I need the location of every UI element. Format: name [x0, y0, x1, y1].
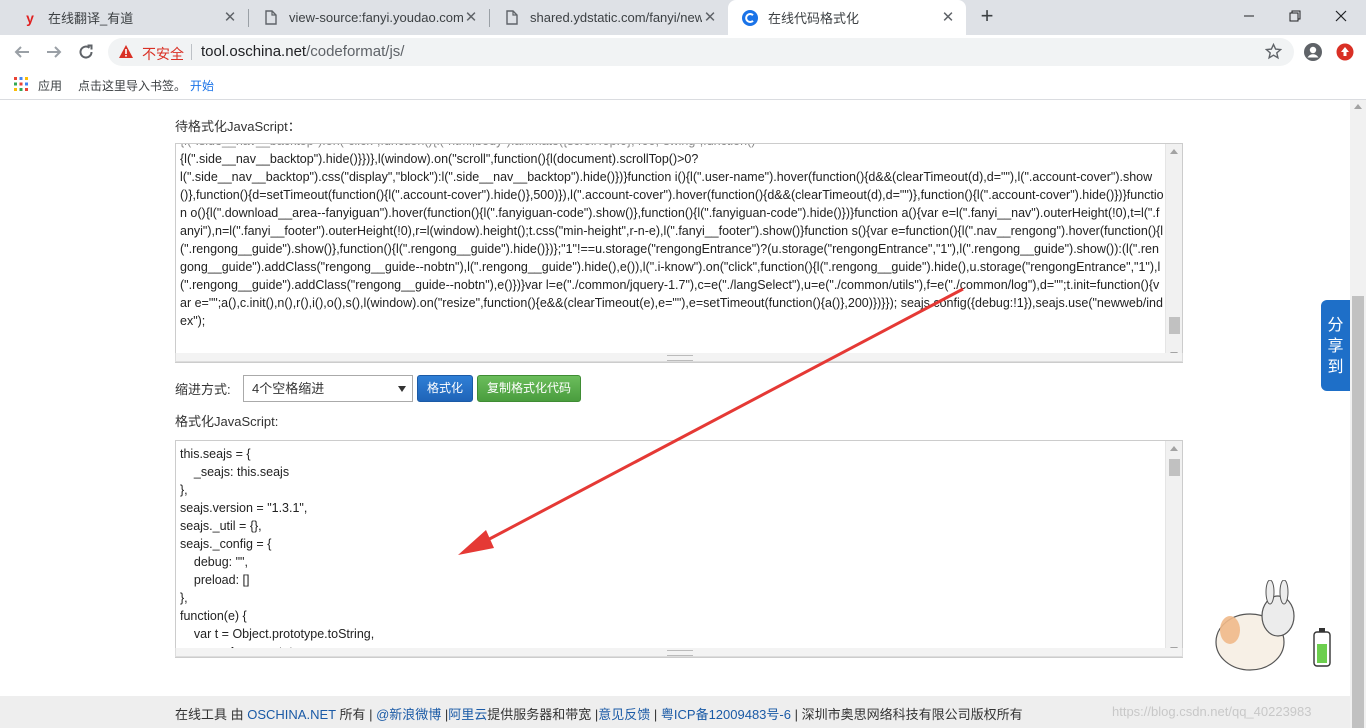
apps-grid-icon: [14, 77, 28, 94]
footer-provides: 提供服务器和带宽 |: [487, 707, 599, 722]
apps-shortcut[interactable]: 应用: [14, 77, 62, 94]
scroll-thumb[interactable]: [1169, 459, 1180, 476]
tab-close-icon[interactable]: ✕: [222, 9, 238, 26]
bookmark-star-icon[interactable]: [1264, 42, 1283, 63]
input-resize-handle[interactable]: [175, 353, 1183, 362]
input-code-line: {l(".side__nav__backtop").hide()}})},l(w…: [180, 152, 699, 166]
bookmarks-bar: 应用 点击这里导入书签。 开始: [0, 69, 1366, 100]
input-scrollbar[interactable]: [1165, 144, 1182, 362]
tab-close-icon[interactable]: ✕: [463, 9, 479, 26]
share-button[interactable]: 分享到: [1321, 300, 1350, 391]
tab-title: 在线代码格式化: [768, 11, 860, 26]
warning-triangle-icon[interactable]: [118, 44, 134, 62]
url-host: tool.oschina.net: [201, 43, 307, 60]
tab-close-icon[interactable]: ✕: [702, 9, 718, 26]
url-text[interactable]: tool.oschina.net/codeformat/js/: [201, 43, 404, 60]
document-icon: [263, 10, 279, 26]
copy-formatted-button[interactable]: 复制格式化代码: [477, 374, 582, 402]
tab-title: shared.ydstatic.com/fanyi/new: [530, 10, 702, 25]
output-code-textarea[interactable]: this.seajs = { _seajs: this.seajs }, sea…: [175, 440, 1183, 658]
omnibox-divider: [191, 44, 192, 60]
footer: 在线工具 由 OSCHINA.NET 所有 | @新浪微博 | 阿里云提供服务器和…: [0, 696, 1350, 728]
input-code-textarea[interactable]: {l(".side__nav__backtop").on("click",fun…: [175, 143, 1183, 363]
aliyun-link[interactable]: 阿里云: [448, 707, 487, 722]
scroll-thumb[interactable]: [1169, 317, 1180, 334]
tab-strip: y 在线翻译_有道 ✕ view-source:fanyi.youdao.com…: [0, 0, 1366, 35]
document-icon: [504, 10, 520, 26]
indent-select[interactable]: 4个空格缩进: [243, 374, 413, 402]
format-button[interactable]: 格式化: [417, 374, 474, 402]
weibo-link[interactable]: @新浪微博: [376, 707, 441, 722]
footer-sep: |: [650, 707, 661, 722]
output-resize-handle[interactable]: [175, 648, 1183, 657]
address-bar[interactable]: 不安全 tool.oschina.net/codeformat/js/: [108, 38, 1294, 66]
account-avatar-icon[interactable]: [1299, 38, 1327, 66]
bunny-mascot-icon: [1208, 579, 1358, 690]
input-code-line: l(".side__nav__backtop").css("display","…: [180, 170, 1164, 328]
extension-update-icon[interactable]: [1331, 38, 1359, 66]
browser-toolbar: 不安全 tool.oschina.net/codeformat/js/: [0, 35, 1366, 69]
tab-close-icon[interactable]: ✕: [940, 9, 956, 26]
scroll-up-arrow-icon[interactable]: [1354, 104, 1362, 109]
tab-view-source[interactable]: view-source:fanyi.youdao.com ✕: [249, 0, 489, 35]
reload-icon[interactable]: [72, 38, 100, 66]
footer-copyright: | 深圳市奥思网络科技有限公司版权所有: [790, 707, 1023, 722]
bookmarks-hint: 点击这里导入书签。: [78, 79, 187, 93]
url-path: /codeformat/js/: [306, 43, 405, 60]
insecure-label[interactable]: 不安全: [142, 44, 184, 64]
back-arrow-icon[interactable]: [8, 38, 36, 66]
icp-link[interactable]: 粤ICP备12009483号-6: [661, 707, 791, 722]
indent-label: 缩进方式:: [175, 381, 231, 397]
forward-arrow-icon[interactable]: [40, 38, 68, 66]
feedback-link[interactable]: 意见反馈: [598, 707, 650, 722]
tab-ydstatic[interactable]: shared.ydstatic.com/fanyi/new ✕: [490, 0, 728, 35]
input-line-partial: {l(".side__nav__backtop").on("click",fun…: [180, 144, 1164, 150]
window-close-icon[interactable]: [1318, 0, 1364, 32]
footer-owns: 所有 |: [335, 707, 377, 722]
restore-icon[interactable]: [1272, 0, 1318, 32]
minimize-icon[interactable]: [1226, 0, 1272, 32]
output-label: 格式化JavaScript:: [175, 414, 279, 429]
input-label: 待格式化JavaScript：: [175, 119, 301, 134]
tab-title: 在线翻译_有道: [48, 11, 134, 26]
new-tab-plus-icon[interactable]: +: [975, 5, 999, 29]
oschina-logo-icon: [742, 9, 758, 26]
dropdown-caret-icon: [398, 385, 406, 392]
scroll-up-arrow-icon[interactable]: [1170, 149, 1178, 154]
input-code-text: {l(".side__nav__backtop").on("click",fun…: [180, 144, 1164, 330]
scroll-up-arrow-icon[interactable]: [1170, 446, 1178, 451]
output-scrollbar[interactable]: [1165, 441, 1182, 657]
tab-code-format[interactable]: 在线代码格式化 ✕: [728, 0, 966, 35]
footer-prefix: 在线工具 由: [175, 707, 248, 722]
page-content: 待格式化JavaScript： {l(".side__nav__backtop"…: [0, 100, 1350, 728]
footer-text: 在线工具 由 OSCHINA.NET 所有 | @新浪微博 | 阿里云提供服务器和…: [175, 704, 1023, 723]
bookmarks-start-link[interactable]: 开始: [190, 77, 214, 94]
tab-title: view-source:fanyi.youdao.com: [289, 10, 463, 25]
output-code-text: this.seajs = { _seajs: this.seajs }, sea…: [180, 447, 375, 657]
oschina-link[interactable]: OSCHINA.NET: [247, 707, 336, 722]
tab-youdao-translate[interactable]: y 在线翻译_有道 ✕: [8, 0, 248, 35]
indent-controls: 缩进方式: 4个空格缩进 格式化 复制格式化代码: [175, 374, 582, 402]
indent-selected-value: 4个空格缩进: [252, 380, 325, 396]
blog-watermark: https://blog.csdn.net/qq_40223983: [1112, 704, 1312, 719]
youdao-logo-icon: y: [26, 9, 34, 26]
apps-label: 应用: [38, 79, 63, 93]
